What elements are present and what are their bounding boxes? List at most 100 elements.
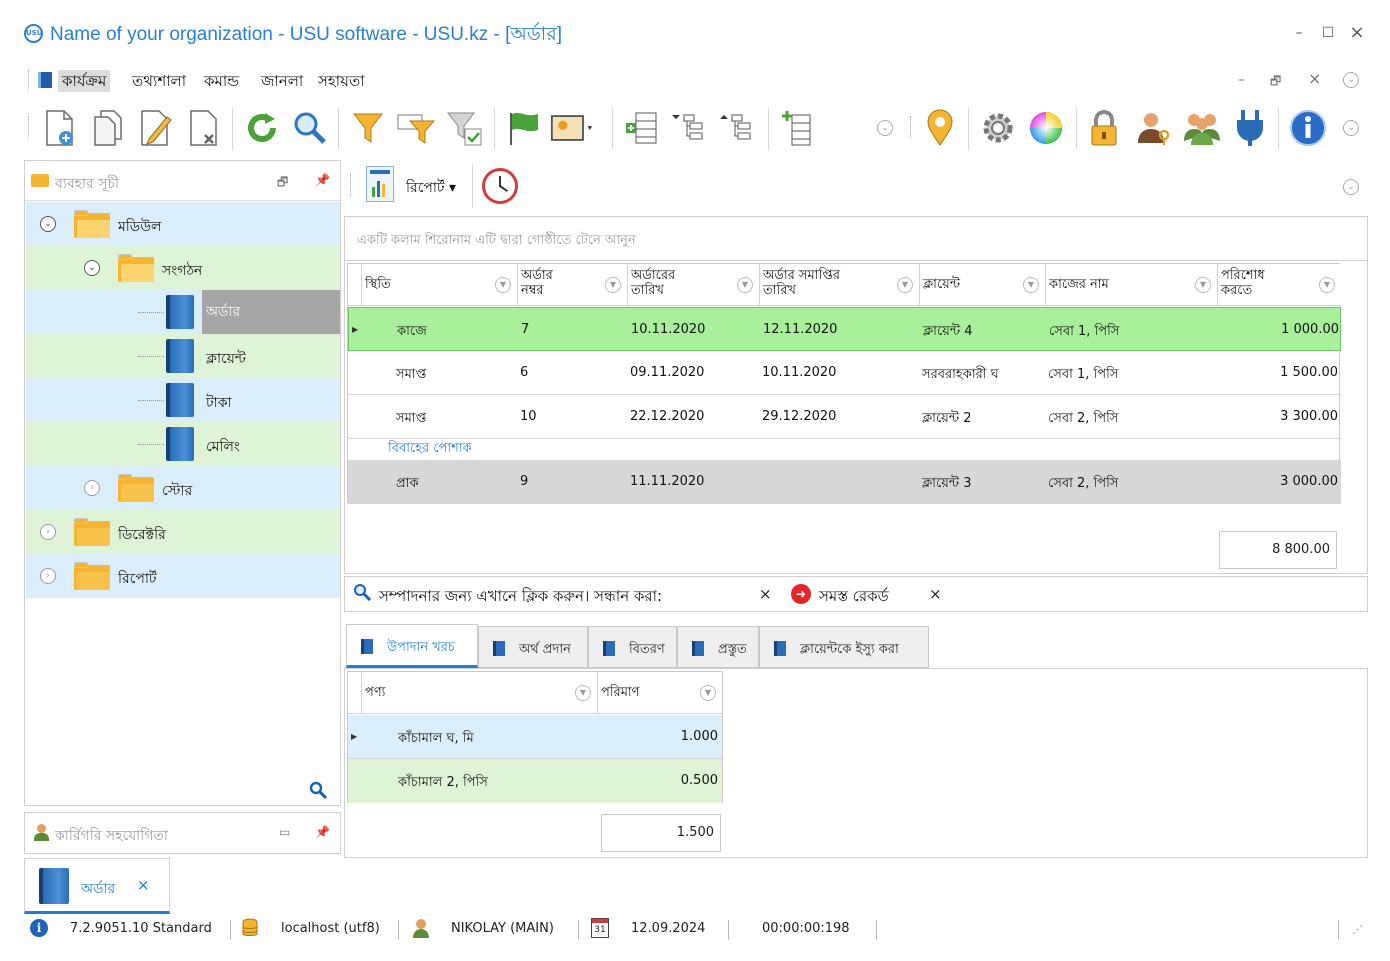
all-records-button[interactable]: সমস্ত রেকর্ড (819, 585, 889, 610)
tree-item-orders[interactable]: অর্ডার (26, 290, 340, 334)
group-row-label[interactable]: বিবাহের পোশাক (388, 439, 472, 460)
document-tab-close-button[interactable]: × (137, 876, 150, 894)
filter-edit-icon[interactable] (394, 104, 438, 152)
tree-item-organization[interactable]: ⌄ সংগঠন (26, 246, 340, 290)
edit-record-icon[interactable] (134, 104, 178, 152)
report-toolbar-grip[interactable] (350, 174, 352, 196)
tree-item-clients[interactable]: ক্লায়েন্ট (26, 334, 340, 378)
column-header-amount-due[interactable]: পরিশোধ করতে ▼ (1218, 264, 1341, 306)
tab-delivery[interactable]: বিতরণ (588, 626, 677, 668)
column-filter-icon[interactable]: ▼ (700, 685, 716, 701)
support-panel-pin-button[interactable]: 📌 (315, 825, 330, 839)
column-filter-icon[interactable]: ▼ (575, 685, 591, 701)
menu-item-help[interactable]: সহায়তা (314, 70, 369, 92)
column-header-client[interactable]: ক্লায়েন্ট ▼ (920, 264, 1046, 306)
menu-item-window[interactable]: জানলা (257, 70, 307, 92)
find-input[interactable]: সম্পাদনার জন্য এখানে ক্লিক করুন। সন্ধান … (379, 585, 662, 610)
tree-item-store[interactable]: › স্টোর (26, 466, 340, 510)
tab-payment[interactable]: অর্থ প্রদান (478, 626, 588, 668)
tree-search-icon[interactable] (309, 781, 328, 804)
mdi-minimize-button[interactable]: – (1238, 72, 1245, 88)
tree-expand-toggle[interactable]: › (84, 480, 100, 496)
group-by-panel[interactable]: একটি কলাম শিরোনাম এটি দ্বারা গোষ্ঠীতে টে… (344, 216, 1368, 260)
report-menu-button[interactable]: রিপোর্ট ▾ (406, 176, 456, 200)
menu-item-commands[interactable]: কমান্ড (200, 70, 243, 92)
delete-record-icon[interactable] (182, 104, 226, 152)
find-clear-button[interactable]: × (759, 585, 772, 603)
document-tab-orders[interactable]: অর্ডার × (24, 858, 170, 914)
tree-expand-toggle[interactable]: › (40, 524, 56, 540)
menu-item-database[interactable]: তথ্যশালা (128, 70, 190, 92)
tree-collapse-toggle[interactable]: ⌄ (40, 216, 56, 232)
copy-record-icon[interactable] (86, 104, 130, 152)
table-row[interactable]: প্রাক 9 11.11.2020 ক্লায়েন্ট 3 সেবা 2, … (348, 460, 1341, 504)
flag-icon[interactable] (502, 104, 546, 152)
column-filter-icon[interactable]: ▼ (1023, 277, 1039, 293)
column-header-status[interactable]: স্থিতি ▼ (362, 264, 518, 306)
map-pin-icon[interactable] (918, 104, 962, 152)
column-header-order-number[interactable]: অর্ডার নম্বর ▼ (518, 264, 628, 306)
column-filter-icon[interactable]: ▼ (1195, 277, 1211, 293)
table-row[interactable]: ▶ কাঁচামাল ঘ, মি 1.000 (348, 715, 722, 759)
table-row[interactable]: সমাপ্ত 10 22.12.2020 29.12.2020 ক্লায়েন… (348, 395, 1341, 439)
table-row[interactable]: সমাপ্ত 6 09.11.2020 10.11.2020 সরবরাহকার… (348, 351, 1341, 395)
search-icon[interactable] (288, 104, 332, 152)
column-filter-icon[interactable]: ▼ (605, 277, 621, 293)
column-filter-icon[interactable]: ▼ (1319, 277, 1335, 293)
menu-grip[interactable] (28, 70, 30, 90)
column-header-quantity[interactable]: পরিমাণ ▼ (598, 672, 722, 714)
report-toolbar-collapse-icon[interactable]: ⌄ (1343, 179, 1359, 195)
toolbar-collapse-icon[interactable]: ⌄ (877, 120, 893, 136)
column-header-order-date[interactable]: অর্ডারের তারিখ ▼ (628, 264, 760, 306)
window-maximize-button[interactable]: ☐ (1317, 22, 1339, 44)
tab-ready[interactable]: প্রস্তুত (677, 626, 759, 668)
all-records-clear-button[interactable]: × (929, 585, 942, 603)
tree-collapse-toggle[interactable]: ⌄ (84, 260, 100, 276)
column-filter-icon[interactable]: ▼ (737, 277, 753, 293)
column-header-job-name[interactable]: কাজের নাম ▼ (1046, 264, 1218, 306)
tree-item-mailing[interactable]: মেলিং (26, 422, 340, 466)
filter-apply-icon[interactable] (442, 104, 486, 152)
report-icon[interactable] (366, 166, 394, 202)
color-wheel-icon[interactable] (1024, 104, 1068, 152)
tree-item-reports[interactable]: › রিপোর্ট (26, 554, 340, 598)
column-filter-icon[interactable]: ▼ (495, 277, 511, 293)
tree-expand-icon[interactable] (668, 104, 712, 152)
column-header-completion-date[interactable]: অর্ডার সমাপ্তির তারিখ ▼ (760, 264, 920, 306)
users-group-icon[interactable] (1180, 104, 1224, 152)
column-header-product[interactable]: পণ্য ▼ (362, 672, 598, 714)
filter-icon[interactable] (346, 104, 390, 152)
add-row-icon[interactable] (776, 104, 820, 152)
plugin-icon[interactable] (1228, 104, 1272, 152)
stop-icon[interactable]: ➜ (791, 584, 811, 604)
menu-collapse-icon[interactable]: ⌄ (1343, 72, 1359, 88)
window-minimize-button[interactable]: – (1288, 22, 1310, 44)
clock-icon[interactable] (482, 168, 518, 204)
resize-grip[interactable]: ⋰ (1352, 923, 1363, 936)
find-search-icon[interactable] (353, 583, 372, 606)
support-panel-maximize-button[interactable]: ▭ (279, 825, 290, 839)
user-key-icon[interactable] (1132, 104, 1176, 152)
panel-float-button[interactable]: 🗗 (277, 173, 288, 194)
tree-item-directories[interactable]: › ডিরেক্টরি (26, 510, 340, 554)
mdi-close-button[interactable]: × (1308, 69, 1321, 88)
add-column-icon[interactable] (620, 104, 664, 152)
tree-item-modules[interactable]: ⌄ মডিউল (26, 202, 340, 246)
tree-item-money[interactable]: টাকা (26, 378, 340, 422)
add-record-icon[interactable] (38, 104, 82, 152)
refresh-icon[interactable] (240, 104, 284, 152)
table-row[interactable]: কাঁচামাল 2, পিসি 0.500 (348, 759, 722, 803)
tab-issue-to-client[interactable]: ক্লায়েন্টকে ইস্যু করা (759, 626, 929, 668)
panel-pin-button[interactable]: 📌 (315, 173, 330, 187)
column-filter-icon[interactable]: ▼ (897, 277, 913, 293)
image-menu-icon[interactable] (550, 104, 594, 152)
toolbar-grip[interactable] (28, 116, 30, 138)
tab-material-costs[interactable]: উপাদান খরচ (346, 624, 478, 668)
tree-collapse-icon[interactable] (716, 104, 760, 152)
info-icon[interactable] (1286, 104, 1330, 152)
lock-icon[interactable] (1082, 104, 1126, 152)
settings-gear-icon[interactable] (976, 104, 1020, 152)
toolbar-right-collapse-icon[interactable]: ⌄ (1343, 120, 1359, 136)
toolbar-grip-2[interactable] (910, 116, 912, 138)
window-close-button[interactable]: × (1346, 22, 1368, 44)
